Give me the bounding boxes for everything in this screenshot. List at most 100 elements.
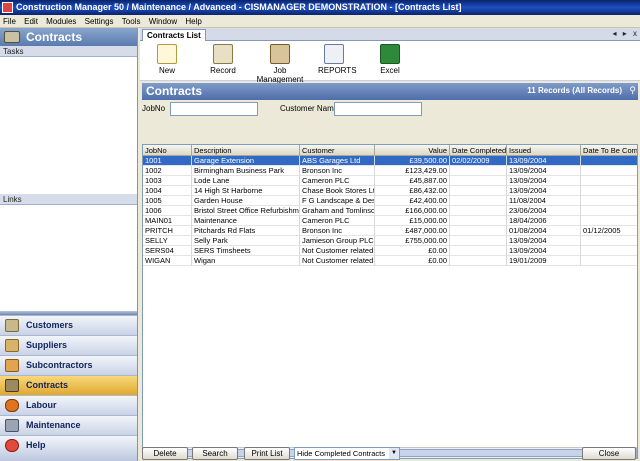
help-icon <box>5 439 19 452</box>
cell-customer: Bronson Inc <box>300 166 375 176</box>
table-row[interactable]: SERS04 SERS Timsheets Not Customer related… <box>143 246 637 256</box>
excel-button-label: Excel <box>380 66 400 75</box>
cell-jobno: 1003 <box>143 176 192 186</box>
tab-contracts-list[interactable]: Contracts List <box>142 29 206 41</box>
cell-customer: Cameron PLC <box>300 176 375 186</box>
menu-help[interactable]: Help <box>182 15 204 28</box>
table-row[interactable]: 1005Garden HouseF G Landscape & Desi...£… <box>143 196 637 206</box>
subcontractors-icon <box>5 359 19 372</box>
contracts-list-window: Contracts List ◂ ▸ x New Record Job Mana… <box>140 28 640 461</box>
footer-bar: Delete Search Print List Hide Completed … <box>140 446 640 461</box>
close-tab-icon[interactable]: x <box>633 29 637 38</box>
nav-item-customers[interactable]: Customers <box>0 315 137 335</box>
new-button[interactable]: New <box>156 44 178 75</box>
column-header-date-to-be-completed[interactable]: Date To Be Comp <box>581 145 637 155</box>
cell-date-to-be-completed <box>581 196 637 206</box>
cell-value: £755,000.00 <box>375 236 450 246</box>
print-list-button[interactable]: Print List <box>244 447 290 460</box>
cell-jobno: SERS04 <box>143 246 192 256</box>
cell-customer: Bronson Inc <box>300 226 375 236</box>
menu-window[interactable]: Window <box>146 15 180 28</box>
record-button[interactable]: Record <box>210 44 236 75</box>
close-button[interactable]: Close <box>582 447 636 460</box>
cell-customer: Cameron PLC <box>300 216 375 226</box>
nav-item-suppliers[interactable]: Suppliers <box>0 335 137 355</box>
column-header-value[interactable]: Value <box>375 145 450 155</box>
table-row[interactable]: WIGAN Wigan Not Customer related £0.00 19/01… <box>143 256 637 266</box>
table-row[interactable]: 1002 Birmingham Business Park Bronson Inc £… <box>143 166 637 176</box>
nav-item-label: Maintenance <box>26 420 81 430</box>
table-row[interactable]: PRITCH Pitchards Rd Flats Bronson Inc £487,… <box>143 226 637 236</box>
cell-issued: 13/09/2004 <box>507 166 581 176</box>
table-row[interactable]: SELLY Selly Park Jamieson Group PLC £755,00… <box>143 236 637 246</box>
cell-jobno: 1002 <box>143 166 192 176</box>
cell-value: £42,400.00 <box>375 196 450 206</box>
cell-date-completed <box>450 206 507 216</box>
table-row[interactable]: 1001 Garage Extension ABS Garages Ltd £39,5… <box>143 156 637 166</box>
new-document-icon <box>157 44 177 64</box>
table-header-row: JobNo Description Customer Value Date Co… <box>143 145 637 156</box>
record-button-label: Record <box>210 66 236 75</box>
column-header-description[interactable]: Description <box>192 145 300 155</box>
completed-filter-select[interactable]: Hide Completed Contracts ▼ <box>294 447 400 460</box>
cell-jobno: SELLY <box>143 236 192 246</box>
excel-button[interactable]: Excel <box>378 44 402 75</box>
contracts-list-header: Contracts 11 Records (All Records) ⚲ <box>142 83 638 100</box>
cell-jobno: WIGAN <box>143 256 192 266</box>
reports-button[interactable]: REPORTS <box>318 44 357 75</box>
menu-settings[interactable]: Settings <box>82 15 117 28</box>
cell-date-completed: 02/02/2009 <box>450 156 507 166</box>
delete-button[interactable]: Delete <box>142 447 188 460</box>
nav-item-maintenance[interactable]: Maintenance <box>0 415 137 435</box>
contracts-icon <box>5 379 19 392</box>
cell-date-completed <box>450 226 507 236</box>
list-title: Contracts <box>146 84 203 98</box>
table-row[interactable]: 1006 Bristol Street Office Refurbishment G… <box>143 206 637 216</box>
job-management-button-label: Job Management <box>256 66 304 84</box>
search-icon[interactable]: ⚲ <box>629 85 636 96</box>
cell-issued: 18/04/2006 <box>507 216 581 226</box>
cell-description: Pitchards Rd Flats <box>192 226 300 236</box>
cell-date-completed <box>450 176 507 186</box>
nav-item-contracts[interactable]: Contracts <box>0 375 137 395</box>
menu-modules[interactable]: Modules <box>43 15 79 28</box>
cell-issued: 11/08/2004 <box>507 196 581 206</box>
links-panel <box>0 205 137 311</box>
scroll-left-icon[interactable]: ◂ <box>613 29 617 38</box>
app-icon <box>2 2 13 13</box>
cell-date-to-be-completed <box>581 236 637 246</box>
customers-icon <box>5 319 19 332</box>
table-row[interactable]: 1003 Lode Lane Cameron PLC £45,887.00 13/09/… <box>143 176 637 186</box>
jobno-filter-input[interactable] <box>170 102 258 116</box>
column-header-jobno[interactable]: JobNo <box>143 145 192 155</box>
job-management-button[interactable]: Job Management <box>252 44 308 84</box>
table-row[interactable]: MAIN01 Maintenance Cameron PLC £15,000.00 18… <box>143 216 637 226</box>
menu-edit[interactable]: Edit <box>21 15 41 28</box>
menu-file[interactable]: File <box>0 15 19 28</box>
search-button[interactable]: Search <box>192 447 238 460</box>
nav-item-subcontractors[interactable]: Subcontractors <box>0 355 137 375</box>
cell-date-to-be-completed <box>581 186 637 196</box>
cell-issued: 23/06/2004 <box>507 206 581 216</box>
nav-item-labour[interactable]: Labour <box>0 395 137 415</box>
cell-date-to-be-completed <box>581 176 637 186</box>
scroll-right-icon[interactable]: ▸ <box>623 29 627 38</box>
cell-customer: Not Customer related <box>300 256 375 266</box>
cell-value: £123,429.00 <box>375 166 450 176</box>
customer-name-filter-input[interactable] <box>334 102 422 116</box>
menu-tools[interactable]: Tools <box>119 15 144 28</box>
column-header-customer[interactable]: Customer <box>300 145 375 155</box>
cell-value: £86,432.00 <box>375 186 450 196</box>
chevron-down-icon[interactable]: ▼ <box>389 448 399 459</box>
column-header-date-completed[interactable]: Date Completed <box>450 145 507 155</box>
cell-issued: 13/09/2004 <box>507 176 581 186</box>
nav-item-help[interactable]: Help <box>0 435 137 455</box>
cell-jobno: 1006 <box>143 206 192 216</box>
cell-customer: ABS Garages Ltd <box>300 156 375 166</box>
column-header-issued[interactable]: Issued <box>507 145 581 155</box>
cell-description: Selly Park <box>192 236 300 246</box>
contracts-table: JobNo Description Customer Value Date Co… <box>142 144 638 459</box>
cell-customer: Not Customer related <box>300 246 375 256</box>
table-row[interactable]: 1004 14 High St Harborne Chase Book Stores… <box>143 186 637 196</box>
cell-description: Garden House <box>192 196 300 206</box>
